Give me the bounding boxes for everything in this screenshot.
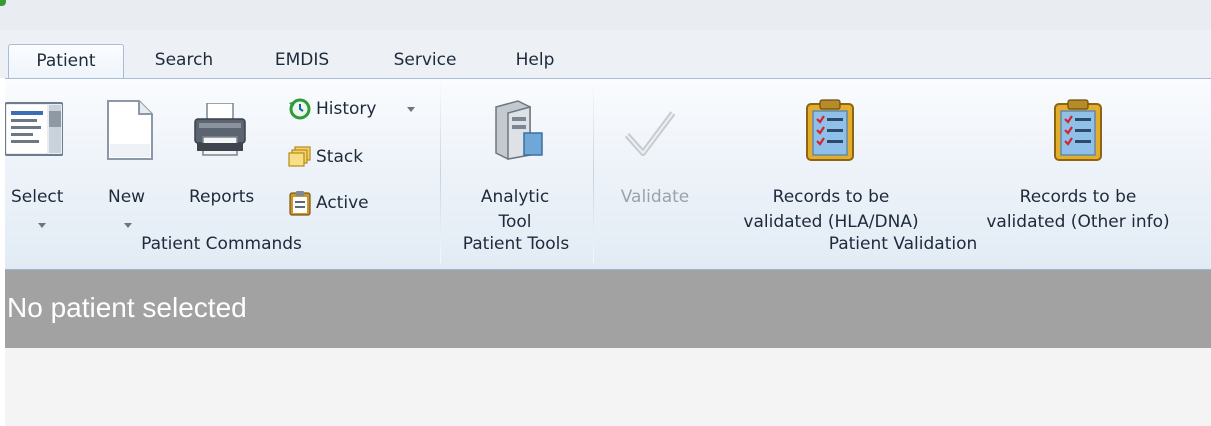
app-icon [0,0,6,6]
checkmark-icon [625,111,675,156]
status-text: No patient selected [7,292,247,323]
select-label: Select [11,187,64,207]
stack-folders-icon [288,146,311,167]
tab-emdis[interactable]: EMDIS [262,44,342,77]
select-button[interactable]: Select [5,97,64,228]
tab-patient[interactable]: Patient [8,44,124,79]
printer-icon [194,103,246,156]
group-label-patient-commands: Patient Commands [141,234,302,254]
group-label-patient-validation: Patient Validation [828,234,978,254]
new-label: New [108,187,146,207]
tab-help[interactable]: Help [500,44,570,77]
new-button[interactable]: New [97,97,157,228]
stack-button[interactable]: Stack [288,143,398,171]
stack-label: Stack [316,147,364,167]
clipboard-icon [289,191,311,216]
active-label: Active [316,193,369,213]
group-separator [440,83,441,263]
history-dropdown-caret [407,107,415,112]
select-dropdown-caret [38,223,46,228]
analytic-tool-label-line1: Analytic [480,187,550,207]
reports-button[interactable]: Reports [179,97,265,212]
ribbon-panel: Select New Reports History Stack Active … [5,78,1211,270]
ribbon-tab-strip: Patient Search EMDIS Service Help [0,30,1211,79]
checklist-clipboard-icon [806,99,854,161]
records-other-label-line2: validated (Other info) [986,212,1170,232]
records-hla-label-line2: validated (HLA/DNA) [743,212,919,232]
group-separator [593,83,594,263]
patient-status-bar: No patient selected [5,270,1211,348]
tab-search[interactable]: Search [140,44,228,77]
new-dropdown-caret [124,223,132,228]
validate-label: Validate [620,187,690,207]
list-window-icon [5,102,63,156]
reports-label: Reports [189,187,255,207]
blank-document-icon [107,100,153,160]
history-button[interactable]: History [288,95,428,123]
main-content-area [5,348,1211,426]
title-bar [0,0,1211,30]
group-label-patient-tools: Patient Tools [462,234,570,254]
validate-button[interactable]: Validate [603,97,707,212]
active-button[interactable]: Active [288,189,398,217]
records-other-label-line1: Records to be [1019,187,1137,207]
computer-tower-icon [495,100,543,160]
history-clock-icon [289,98,311,120]
records-hla-label-line1: Records to be [772,187,890,207]
analytic-tool-label-line2: Tool [498,212,532,232]
history-label: History [316,99,377,119]
records-validated-hla-dna-button[interactable]: Records to be validated (HLA/DNA) [717,97,945,232]
tab-service[interactable]: Service [380,44,470,77]
records-validated-other-info-button[interactable]: Records to be validated (Other info) [961,97,1195,232]
checklist-clipboard-icon [1054,99,1102,161]
analytic-tool-button[interactable]: Analytic Tool [460,97,570,232]
